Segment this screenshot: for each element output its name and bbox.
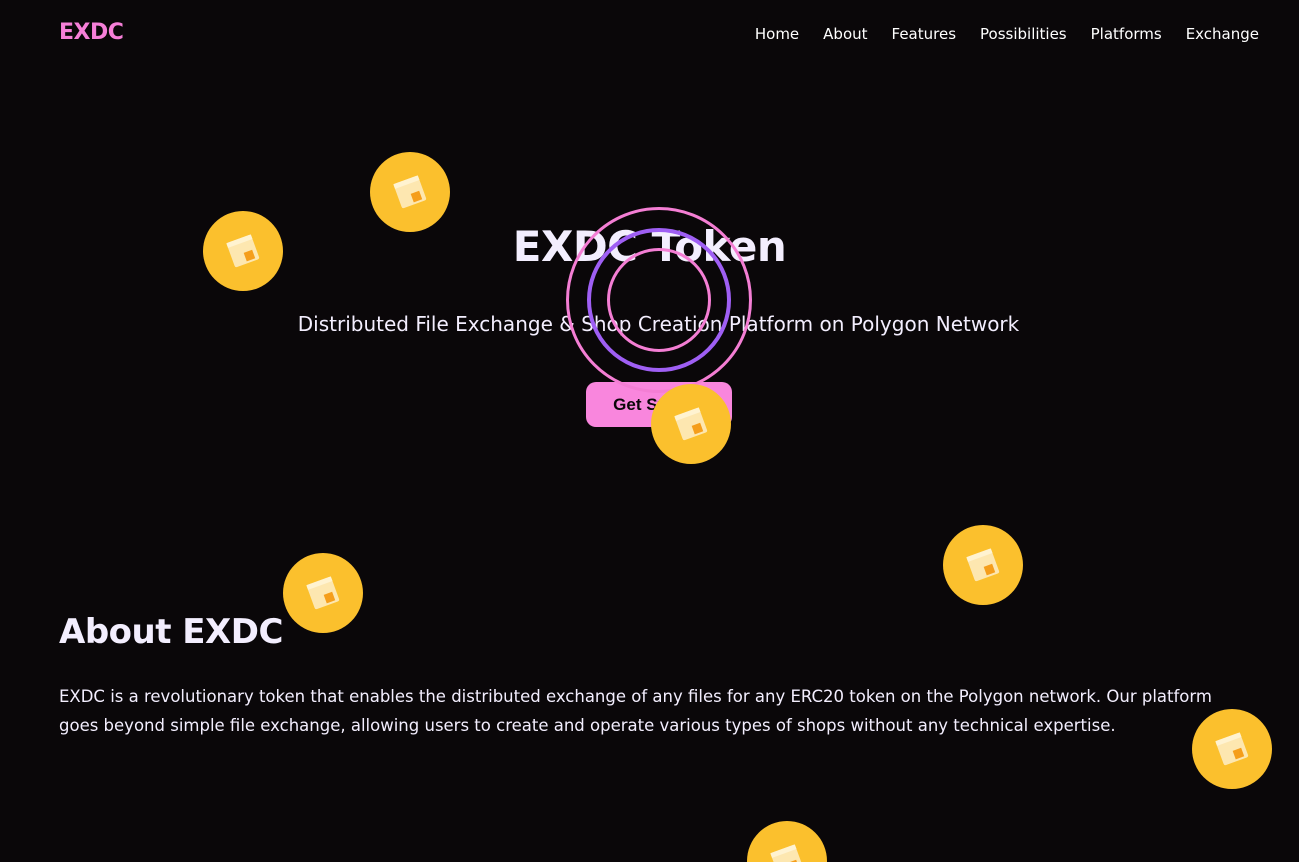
logo[interactable]: EXDC (59, 20, 124, 45)
nav-exchange[interactable]: Exchange (1186, 25, 1259, 43)
cube-glyph (393, 175, 427, 209)
nav-platforms[interactable]: Platforms (1091, 25, 1162, 43)
cube-glyph (306, 576, 340, 610)
coin-icon (203, 211, 283, 291)
coin-icon (651, 384, 731, 464)
nav-possibilities[interactable]: Possibilities (980, 25, 1067, 43)
cube-glyph (674, 407, 708, 441)
landing-page: EXDC Home About Features Possibilities P… (0, 0, 1299, 862)
main-nav: Home About Features Possibilities Platfo… (755, 25, 1259, 43)
cube-glyph (226, 234, 260, 268)
about-title: About EXDC (59, 612, 283, 652)
coin-icon (370, 152, 450, 232)
decorative-ring-inner (607, 248, 711, 352)
nav-features[interactable]: Features (892, 25, 957, 43)
cube-glyph (966, 548, 1000, 582)
cube-glyph (770, 844, 804, 862)
coin-icon (283, 553, 363, 633)
coin-icon (747, 821, 827, 862)
coin-icon (943, 525, 1023, 605)
nav-about[interactable]: About (823, 25, 867, 43)
about-text: EXDC is a revolutionary token that enabl… (59, 687, 1212, 735)
nav-home[interactable]: Home (755, 25, 799, 43)
